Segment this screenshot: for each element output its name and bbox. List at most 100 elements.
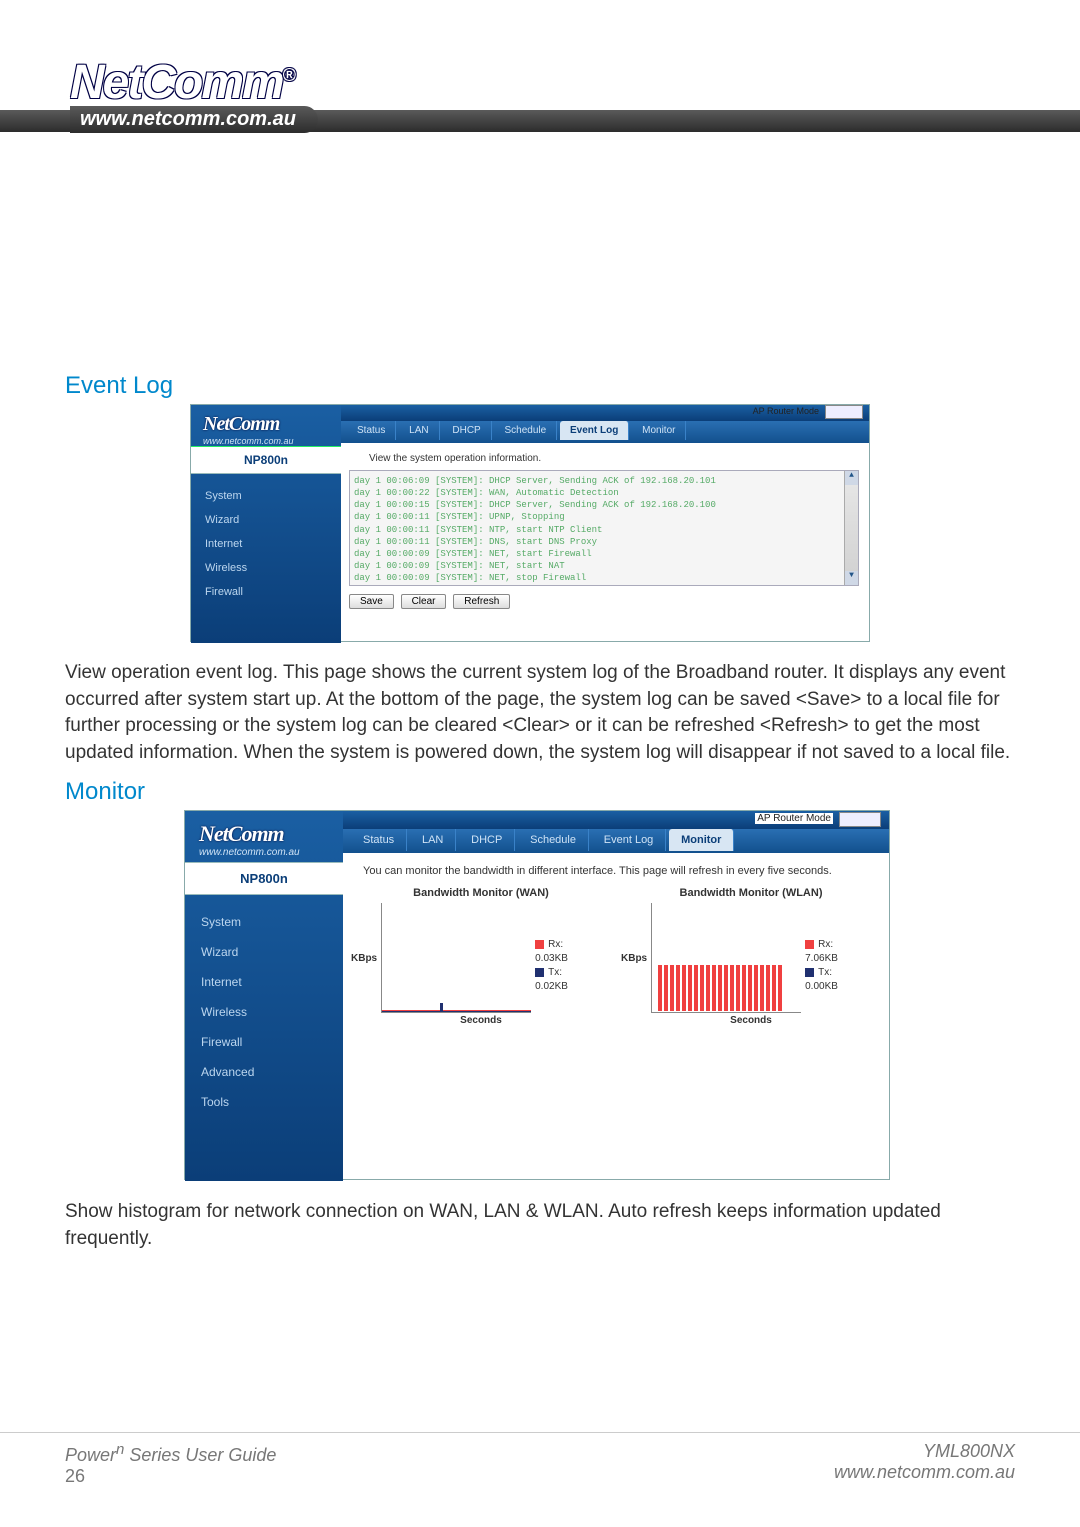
legend-rx-label: Rx: (818, 939, 833, 950)
sidebar-item-internet[interactable]: Internet (191, 532, 341, 556)
log-line: day 1 00:00:09 [SYSTEM]: NET, start NAT (354, 560, 854, 572)
legend-tx-swatch (805, 968, 814, 977)
content-area: AP Router Mode Status LAN DHCP Schedule … (341, 405, 869, 641)
tab-lan[interactable]: LAN (410, 829, 456, 851)
chart-wan: Bandwidth Monitor (WAN) KBps 4 3 2 1 0 (351, 879, 611, 1026)
tab-schedule[interactable]: Schedule (495, 421, 558, 440)
tab-bar: Status LAN DHCP Schedule Event Log Monit… (341, 421, 869, 443)
sidebar-item-wireless[interactable]: Wireless (185, 997, 343, 1027)
legend-tx-swatch (535, 968, 544, 977)
sidebar-logo: NetComm (185, 811, 343, 847)
registered-mark: ® (283, 65, 294, 85)
top-strip: AP Router Mode (341, 405, 869, 421)
clear-button[interactable]: Clear (401, 594, 447, 609)
button-row: Save Clear Refresh (341, 594, 869, 609)
footer-guide-tail: Series User Guide (124, 1445, 276, 1465)
page-footer: Powern Series User Guide 26 YML800NX www… (0, 1432, 1080, 1487)
content-area: AP Router Mode Status LAN DHCP Schedule … (343, 811, 889, 1179)
tab-event-log[interactable]: Event Log (560, 421, 629, 440)
legend-rx-value: 0.03KB (535, 952, 568, 966)
chart-wlan-plot: 16 12 8 4 2 (651, 903, 801, 1013)
sidebar: NetComm www.netcomm.com.au NP800n System… (191, 405, 341, 643)
heading-monitor: Monitor (65, 778, 145, 806)
legend-tx-label: Tx: (818, 967, 832, 978)
sidebar-item-system[interactable]: System (185, 907, 343, 937)
refresh-button[interactable]: Refresh (453, 594, 510, 609)
chart-wlan: Bandwidth Monitor (WLAN) KBps 16 12 8 4 … (621, 879, 881, 1026)
sidebar-item-firewall[interactable]: Firewall (185, 1027, 343, 1057)
log-line: day 1 00:00:15 [SYSTEM]: DHCP Server, Se… (354, 499, 854, 511)
page-description: View the system operation information. (341, 443, 869, 470)
footer-left: Powern Series User Guide 26 (65, 1441, 276, 1487)
y-axis-label: KBps (351, 953, 381, 964)
screenshot-monitor: NetComm www.netcomm.com.au NP800n System… (184, 810, 890, 1180)
chart-wan-plot: 4 3 2 1 0 1020 3040 (381, 903, 531, 1013)
sidebar: NetComm www.netcomm.com.au NP800n System… (185, 811, 343, 1181)
charts-row: Bandwidth Monitor (WAN) KBps 4 3 2 1 0 (343, 879, 889, 1026)
brand-block: NetComm® www.netcomm.com.au (70, 55, 318, 133)
mode-select[interactable] (839, 812, 881, 827)
wlan-rx-bars (658, 965, 782, 1011)
chart-title: Bandwidth Monitor (WLAN) (621, 879, 881, 903)
mode-label: AP Router Mode (755, 813, 833, 824)
x-axis-label: Seconds (351, 1013, 611, 1026)
tab-lan[interactable]: LAN (399, 421, 439, 440)
log-line: day 1 00:06:09 [SYSTEM]: DHCP Server, Se… (354, 475, 854, 487)
tab-dhcp[interactable]: DHCP (442, 421, 491, 440)
x-axis-label: Seconds (621, 1013, 881, 1026)
sidebar-item-tools[interactable]: Tools (185, 1087, 343, 1117)
mode-select[interactable] (825, 405, 863, 419)
tab-monitor[interactable]: Monitor (632, 421, 686, 440)
sidebar-item-firewall[interactable]: Firewall (191, 580, 341, 604)
tab-bar: Status LAN DHCP Schedule Event Log Monit… (343, 829, 889, 853)
top-strip: AP Router Mode (343, 811, 889, 829)
page-description: You can monitor the bandwidth in differe… (343, 853, 889, 879)
footer-right: YML800NX www.netcomm.com.au (834, 1441, 1015, 1487)
scrollbar[interactable]: ▲ ▼ (844, 471, 858, 585)
sidebar-item-wireless[interactable]: Wireless (191, 556, 341, 580)
brand-logo: NetComm® (70, 55, 318, 110)
sidebar-item-internet[interactable]: Internet (185, 967, 343, 997)
model-label: NP800n (191, 447, 341, 474)
tab-status[interactable]: Status (351, 829, 407, 851)
log-line: day 1 00:00:09 [SYSTEM]: NET, stop Firew… (354, 572, 854, 584)
tab-status[interactable]: Status (347, 421, 396, 440)
log-line: day 1 00:00:09 [SYSTEM]: NET, start Fire… (354, 548, 854, 560)
footer-guide-name: Power (65, 1445, 116, 1465)
sidebar-logo: NetComm (191, 405, 341, 436)
y-axis-label: KBps (621, 953, 651, 964)
sidebar-nav: System Wizard Internet Wireless Firewall (191, 474, 341, 604)
legend-rx-value: 7.06KB (805, 952, 838, 966)
chart-legend: Rx: 0.03KB Tx: 0.02KB (531, 922, 568, 994)
sidebar-item-wizard[interactable]: Wizard (191, 508, 341, 532)
sidebar-item-system[interactable]: System (191, 484, 341, 508)
log-textarea[interactable]: day 1 00:06:09 [SYSTEM]: DHCP Server, Se… (349, 470, 859, 586)
footer-code: YML800NX (834, 1441, 1015, 1462)
sidebar-item-advanced[interactable]: Advanced (185, 1057, 343, 1087)
screenshot-event-log: NetComm www.netcomm.com.au NP800n System… (190, 404, 870, 642)
brand-url: www.netcomm.com.au (70, 106, 318, 133)
page-number: 26 (65, 1466, 276, 1487)
log-line: day 1 00:00:11 [SYSTEM]: UPNP, Stopping (354, 511, 854, 523)
brand-name: NetComm (70, 56, 283, 109)
legend-rx-swatch (535, 940, 544, 949)
tab-schedule[interactable]: Schedule (518, 829, 589, 851)
scroll-down-icon[interactable]: ▼ (845, 571, 858, 585)
legend-rx-label: Rx: (548, 939, 563, 950)
event-log-paragraph: View operation event log. This page show… (65, 660, 1015, 766)
log-line: day 1 00:00:11 [SYSTEM]: NTP, start NTP … (354, 524, 854, 536)
tab-monitor[interactable]: Monitor (669, 829, 734, 851)
model-label: NP800n (185, 862, 343, 895)
legend-tx-value: 0.00KB (805, 980, 838, 994)
scroll-up-icon[interactable]: ▲ (845, 471, 858, 485)
save-button[interactable]: Save (349, 594, 394, 609)
tab-dhcp[interactable]: DHCP (459, 829, 515, 851)
tab-event-log[interactable]: Event Log (592, 829, 667, 851)
mode-label: AP Router Mode (753, 406, 819, 416)
sidebar-nav: System Wizard Internet Wireless Firewall… (185, 895, 343, 1117)
sidebar-item-wizard[interactable]: Wizard (185, 937, 343, 967)
sidebar-url: www.netcomm.com.au (185, 847, 343, 858)
log-line: day 1 00:00:11 [SYSTEM]: DNS, start DNS … (354, 536, 854, 548)
legend-tx-label: Tx: (548, 967, 562, 978)
footer-url: www.netcomm.com.au (834, 1462, 1015, 1483)
